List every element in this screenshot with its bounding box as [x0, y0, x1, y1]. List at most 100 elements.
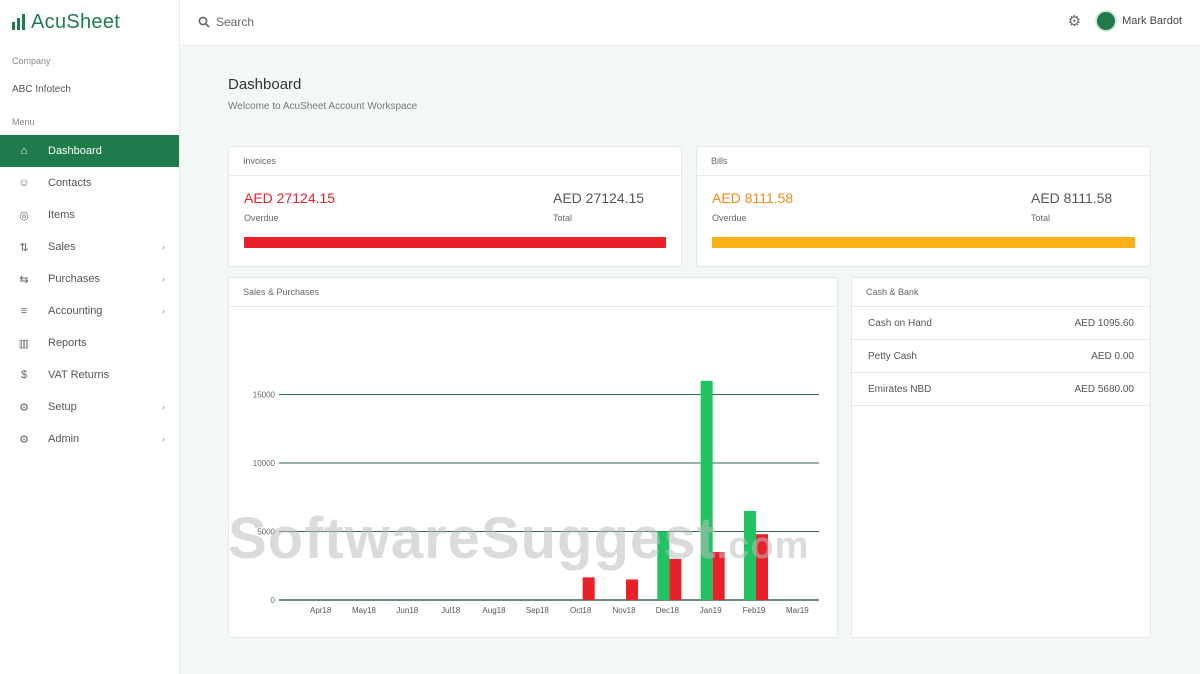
sidebar-item-dashboard[interactable]: ⌂ Dashboard	[0, 135, 179, 167]
purchases-bar	[756, 534, 768, 600]
sidebar-item-reports[interactable]: ▥ Reports	[0, 327, 179, 359]
vat-icon: $	[20, 369, 28, 381]
x-tick-label: Dec18	[656, 606, 680, 615]
top-bar: Search ⚙ Mark Bardot	[180, 0, 1200, 46]
account-balance: AED 5680.00	[1074, 384, 1135, 395]
bills-total-label: Total	[1031, 213, 1051, 223]
account-name: Cash on Hand	[868, 318, 932, 329]
chevron-right-icon: ›	[162, 402, 165, 412]
page-subtitle: Welcome to AcuSheet Account Workspace	[228, 101, 418, 112]
sidebar-item-items[interactable]: ◎ Items	[0, 199, 179, 231]
x-tick-label: Feb19	[743, 606, 766, 615]
sales-bar	[700, 380, 713, 600]
search-box[interactable]: Search	[198, 15, 254, 29]
chevron-right-icon: ›	[162, 306, 165, 316]
user-menu[interactable]: Mark Bardot	[1095, 10, 1182, 32]
search-label: Search	[216, 15, 255, 29]
bills-card[interactable]: Bills	[696, 146, 1151, 267]
x-tick-label: Sep18	[526, 606, 550, 615]
account-balance: AED 0.00	[1091, 351, 1134, 362]
y-tick-label: 5000	[257, 528, 275, 537]
sidebar-item-setup[interactable]: ⚙ Setup ›	[0, 391, 179, 423]
sidebar-item-label: Purchases	[48, 273, 100, 285]
cash-bank-row[interactable]: Emirates NBD AED 5680.00	[852, 373, 1150, 406]
bills-progress-bar	[712, 237, 1135, 248]
cash-bank-card: Cash & Bank Cash on Hand AED 1095.60 Petty…	[851, 277, 1151, 638]
chevron-right-icon: ›	[162, 434, 165, 444]
x-tick-label: Jun18	[396, 606, 418, 615]
x-tick-label: May18	[352, 606, 377, 615]
app-logo[interactable]: AcuSheet	[0, 0, 179, 44]
x-tick-label: Jul18	[441, 606, 461, 615]
bills-overdue-label: Overdue	[712, 213, 747, 223]
user-name: Mark Bardot	[1122, 15, 1182, 27]
cash-bank-row[interactable]: Petty Cash AED 0.00	[852, 340, 1150, 373]
sidebar-item-label: Reports	[48, 337, 87, 349]
sidebar-item-admin[interactable]: ⚙ Admin ›	[0, 423, 179, 455]
sidebar-item-label: VAT Returns	[48, 369, 110, 381]
sales-bar	[744, 510, 756, 600]
sidebar-item-label: Accounting	[48, 305, 103, 317]
purchases-bar	[712, 552, 725, 600]
invoices-header: Invoices	[229, 147, 681, 176]
cash-bank-list: Cash on Hand AED 1095.60 Petty Cash AED 0.0…	[852, 307, 1150, 406]
dashboard-icon: ⌂	[20, 145, 28, 157]
items-icon: ◎	[19, 209, 29, 222]
cash-bank-row[interactable]: Cash on Hand AED 1095.60	[852, 307, 1150, 340]
sidebar-item-contacts[interactable]: ☺ Contacts	[0, 167, 179, 199]
sales-purchases-chart: 15000 10000 5000 0 Apr18 May18 Jun18 Jul18 Aug18…	[253, 380, 819, 615]
sidebar-item-purchases[interactable]: ⇆ Purchases ›	[0, 263, 179, 295]
purchases-bar	[669, 558, 682, 600]
sidebar-nav: ⌂ Dashboard ☺ Contacts ◎ Items ⇅ Sales › ⇆ Purchas…	[0, 135, 179, 455]
x-tick-label: Nov18	[612, 606, 636, 615]
sales-bar	[657, 531, 670, 600]
account-balance: AED 1095.60	[1074, 318, 1135, 329]
invoices-card[interactable]: Invoices	[228, 146, 682, 267]
app-name: AcuSheet	[31, 10, 121, 33]
x-tick-label: Mar19	[786, 606, 809, 615]
purchases-bar	[582, 577, 595, 600]
sidebar-item-label: Dashboard	[48, 145, 102, 157]
chevron-right-icon: ›	[162, 274, 165, 284]
cash-bank-header: Cash & Bank	[852, 278, 1150, 307]
sidebar-item-label: Admin	[48, 433, 80, 445]
sales-purchases-card: Sales & Purchases 15000 10000 5000 0 Apr18 Ma…	[228, 277, 838, 638]
bills-header: Bills	[697, 147, 1150, 176]
accounting-icon: ≡	[20, 305, 28, 317]
x-tick-label: Aug18	[482, 606, 506, 615]
x-tick-label: Jan19	[700, 606, 722, 615]
company-name[interactable]: ABC Infotech	[0, 84, 179, 95]
reports-icon: ▥	[18, 337, 30, 350]
purchases-icon: ⇆	[19, 273, 29, 286]
company-label: Company	[12, 56, 51, 66]
sales-purchases-header: Sales & Purchases	[229, 278, 837, 307]
account-name: Petty Cash	[868, 351, 917, 362]
sidebar-item-label: Sales	[48, 241, 76, 253]
sidebar-item-accounting[interactable]: ≡ Accounting ›	[0, 295, 179, 327]
logo-bars-icon	[12, 14, 25, 30]
sidebar-item-sales[interactable]: ⇅ Sales ›	[0, 231, 179, 263]
sidebar-item-vat-returns[interactable]: $ VAT Returns	[0, 359, 179, 391]
admin-icon: ⚙	[19, 433, 29, 446]
sidebar-item-label: Contacts	[48, 177, 92, 189]
search-icon	[198, 16, 210, 28]
menu-label: Menu	[12, 117, 35, 127]
invoices-overdue-amount: AED 27124.15	[244, 190, 336, 206]
purchases-bar	[626, 579, 638, 600]
sidebar-item-label: Setup	[48, 401, 77, 413]
page-title: Dashboard	[228, 76, 302, 93]
settings-gear-icon[interactable]: ⚙	[1068, 12, 1081, 30]
contacts-icon: ☺	[18, 177, 30, 189]
sidebar: AcuSheet Company ABC Infotech Menu ⌂ Dash…	[0, 0, 180, 674]
chevron-right-icon: ›	[162, 242, 165, 252]
top-right-controls: ⚙ Mark Bardot	[1068, 10, 1182, 32]
avatar	[1095, 10, 1118, 32]
invoices-overdue-label: Overdue	[244, 213, 279, 223]
setup-icon: ⚙	[19, 401, 29, 414]
bills-overdue-amount: AED 8111.58	[712, 190, 794, 206]
invoices-total-label: Total	[553, 213, 573, 223]
bills-total-amount: AED 8111.58	[1031, 190, 1113, 206]
sidebar-item-label: Items	[48, 209, 75, 221]
x-tick-label: Oct18	[570, 606, 592, 615]
account-name: Emirates NBD	[868, 384, 932, 395]
